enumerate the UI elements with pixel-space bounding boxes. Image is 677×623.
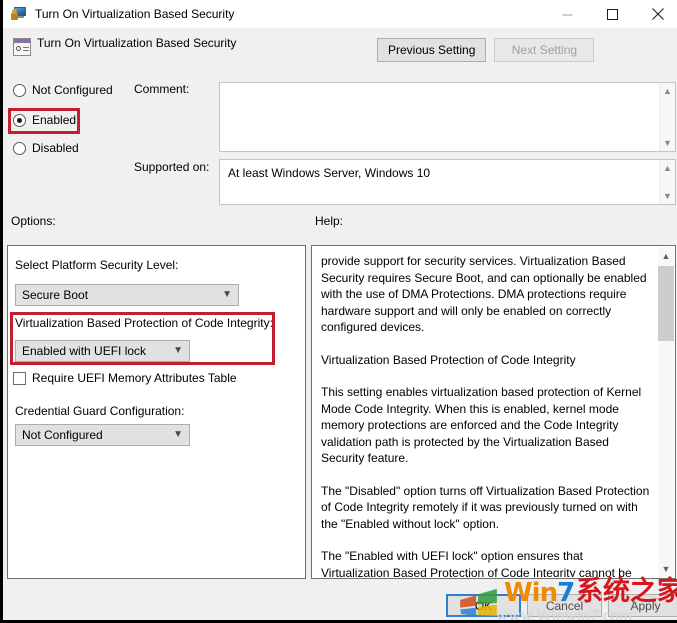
supported-on-value: At least Windows Server, Windows 10 [228, 166, 431, 180]
supported-on-scrollbar[interactable]: ▲ ▼ [659, 160, 675, 204]
caption-buttons [545, 0, 677, 28]
setting-title: Turn On Virtualization Based Security [37, 36, 237, 50]
radio-label-not-configured: Not Configured [32, 83, 113, 97]
cancel-button[interactable]: Cancel [527, 594, 602, 617]
scroll-down-icon[interactable]: ▼ [658, 560, 674, 577]
help-paragraph: The "Enabled with UEFI lock" option ensu… [321, 549, 632, 577]
code-integrity-value: Enabled with UEFI lock [22, 344, 147, 358]
uefi-mat-checkbox[interactable] [13, 371, 26, 385]
next-setting-button: Next Setting [494, 38, 595, 62]
credential-guard-select[interactable]: Not Configured ▼ [15, 424, 190, 446]
navigation-buttons: Previous Setting Next Setting [377, 38, 595, 62]
uefi-mat-label: Require UEFI Memory Attributes Table [32, 371, 237, 385]
help-paragraph: This setting enables virtualization base… [321, 385, 642, 465]
policy-window-icon [11, 6, 27, 22]
chevron-down-icon: ▼ [173, 429, 183, 440]
uefi-mat-checkbox-row[interactable]: Require UEFI Memory Attributes Table [13, 371, 237, 385]
supported-on-label: Supported on: [134, 160, 210, 174]
code-integrity-label: Virtualization Based Protection of Code … [15, 316, 273, 330]
radio-mark-not-configured [13, 83, 26, 97]
credential-guard-value: Not Configured [22, 428, 103, 442]
scroll-up-icon[interactable]: ▲ [660, 160, 676, 176]
comment-input[interactable]: ▲ ▼ [219, 82, 676, 152]
radio-mark-enabled [13, 113, 26, 127]
group-policy-setting-dialog: Turn On Virtualization Based Security Tu… [0, 0, 677, 623]
maximize-icon[interactable] [590, 0, 635, 28]
radio-disabled[interactable]: Disabled [13, 141, 79, 155]
comment-scrollbar[interactable]: ▲ ▼ [659, 83, 675, 151]
title-bar: Turn On Virtualization Based Security [3, 0, 677, 28]
help-panel: provide support for security services. V… [311, 245, 676, 579]
close-icon[interactable] [635, 0, 677, 28]
apply-button[interactable]: Apply [608, 594, 677, 617]
code-integrity-select[interactable]: Enabled with UEFI lock ▼ [15, 340, 190, 362]
radio-mark-disabled [13, 141, 26, 155]
radio-enabled[interactable]: Enabled [13, 113, 76, 127]
previous-setting-button[interactable]: Previous Setting [377, 38, 487, 62]
radio-not-configured[interactable]: Not Configured [13, 83, 113, 97]
options-label: Options: [11, 214, 56, 228]
help-label: Help: [315, 214, 344, 228]
help-scrollbar[interactable]: ▲ ▼ [658, 247, 674, 577]
ok-button[interactable]: OK [446, 594, 521, 617]
chevron-down-icon: ▼ [222, 289, 232, 300]
supported-on-input: At least Windows Server, Windows 10 ▲ ▼ [219, 159, 676, 205]
scroll-down-icon[interactable]: ▼ [660, 135, 676, 151]
radio-label-disabled: Disabled [32, 141, 79, 155]
help-paragraph: provide support for security services. V… [321, 254, 647, 334]
platform-security-select[interactable]: Secure Boot ▼ [15, 284, 239, 306]
comment-label: Comment: [134, 82, 190, 96]
platform-security-label: Select Platform Security Level: [15, 258, 179, 272]
policy-setting-icon [13, 38, 31, 56]
scroll-down-icon[interactable]: ▼ [660, 188, 676, 204]
scrollbar-thumb[interactable] [658, 266, 674, 341]
credential-guard-label: Credential Guard Configuration: [15, 404, 185, 418]
scroll-up-icon[interactable]: ▲ [660, 83, 676, 99]
window-title: Turn On Virtualization Based Security [35, 7, 235, 21]
help-paragraph: Virtualization Based Protection of Code … [321, 352, 576, 367]
chevron-down-icon: ▼ [173, 345, 183, 356]
help-paragraph: The "Disabled" option turns off Virtuali… [321, 483, 650, 531]
radio-label-enabled: Enabled [32, 113, 77, 127]
help-text: provide support for security services. V… [313, 247, 658, 577]
minimize-icon[interactable] [545, 0, 590, 28]
scroll-up-icon[interactable]: ▲ [658, 247, 674, 264]
platform-security-value: Secure Boot [22, 288, 89, 302]
